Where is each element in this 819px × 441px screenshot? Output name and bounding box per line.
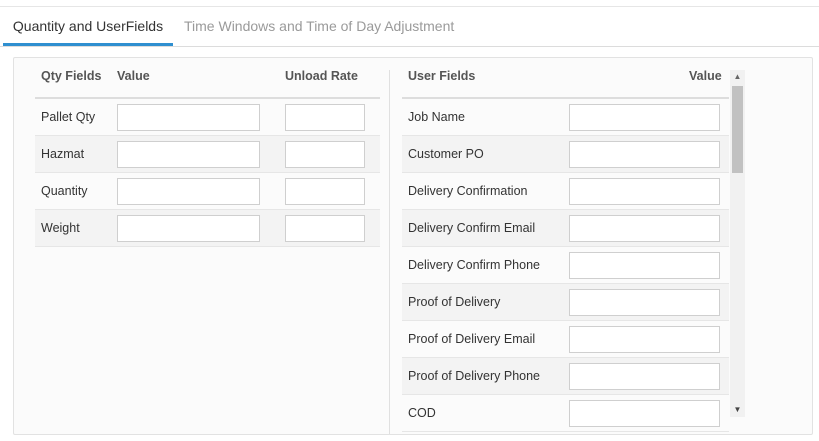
user-field-row: Delivery Confirmation [402,173,729,210]
quantity-rate-input[interactable] [285,178,365,205]
user-field-label: COD [408,406,436,420]
job-name-input[interactable] [569,104,720,131]
delivery-confirm-email-input[interactable] [569,215,720,242]
user-field-label: Job Name [408,110,465,124]
user-field-label: Delivery Confirmation [408,184,528,198]
user-field-row: Delivery Confirm Email [402,210,729,247]
user-fields-header: User Fields [408,69,476,83]
user-field-label: Delivery Confirm Phone [408,258,540,272]
tab-bar: Quantity and UserFields Time Windows and… [0,7,819,47]
column-divider [389,70,390,434]
user-field-label: Customer PO [408,147,484,161]
user-fields-list: Job Name Customer PO Delivery Confirmati… [402,99,729,434]
qty-row: Quantity [35,173,380,210]
hazmat-value-input[interactable] [117,141,260,168]
user-field-row: Proof of Delivery Phone [402,358,729,395]
pallet-qty-rate-input[interactable] [285,104,365,131]
scrollbar-thumb[interactable] [732,86,743,173]
user-field-row: Job Name [402,99,729,136]
proof-of-delivery-input[interactable] [569,289,720,316]
qty-row: Pallet Qty [35,99,380,136]
qty-value-header: Value [117,69,150,83]
user-field-row: Proof of Delivery Email [402,321,729,358]
unload-rate-header: Unload Rate [285,69,358,83]
quantity-value-input[interactable] [117,178,260,205]
delivery-confirmation-input[interactable] [569,178,720,205]
scroll-down-arrow-icon[interactable]: ▼ [730,403,745,417]
qty-fields-header: Qty Fields [41,69,102,83]
qty-row: Hazmat [35,136,380,173]
user-field-row: COD [402,395,729,432]
user-fields-scrollbar[interactable]: ▲ ▼ [730,70,745,417]
scroll-up-arrow-icon[interactable]: ▲ [730,70,745,84]
user-field-row: Proof of Delivery [402,284,729,321]
user-field-row: Delivery Confirm Phone [402,247,729,284]
customer-po-input[interactable] [569,141,720,168]
user-field-label: Delivery Confirm Email [408,221,536,235]
proof-of-delivery-email-input[interactable] [569,326,720,353]
qty-row: Weight [35,210,380,247]
user-field-label: Proof of Delivery Email [408,332,536,346]
tab-quantity-userfields[interactable]: Quantity and UserFields [3,7,173,46]
tab-time-windows[interactable]: Time Windows and Time of Day Adjustment [184,7,454,46]
user-field-label: Proof of Delivery Phone [408,369,541,383]
cod-input[interactable] [569,400,720,427]
user-value-header: Value [689,69,722,83]
proof-of-delivery-phone-input[interactable] [569,363,720,390]
pallet-qty-value-input[interactable] [117,104,260,131]
weight-rate-input[interactable] [285,215,365,242]
weight-value-input[interactable] [117,215,260,242]
user-field-label: Proof of Delivery [408,295,501,309]
delivery-confirm-phone-input[interactable] [569,252,720,279]
user-field-row: Customer PO [402,136,729,173]
qty-row-label: Pallet Qty [41,110,96,124]
hazmat-rate-input[interactable] [285,141,365,168]
qty-row-label: Weight [41,221,80,235]
qty-row-label: Hazmat [41,147,85,161]
content-panel: Qty Fields Value Unload Rate Pallet Qty … [13,57,813,435]
qty-row-label: Quantity [41,184,88,198]
